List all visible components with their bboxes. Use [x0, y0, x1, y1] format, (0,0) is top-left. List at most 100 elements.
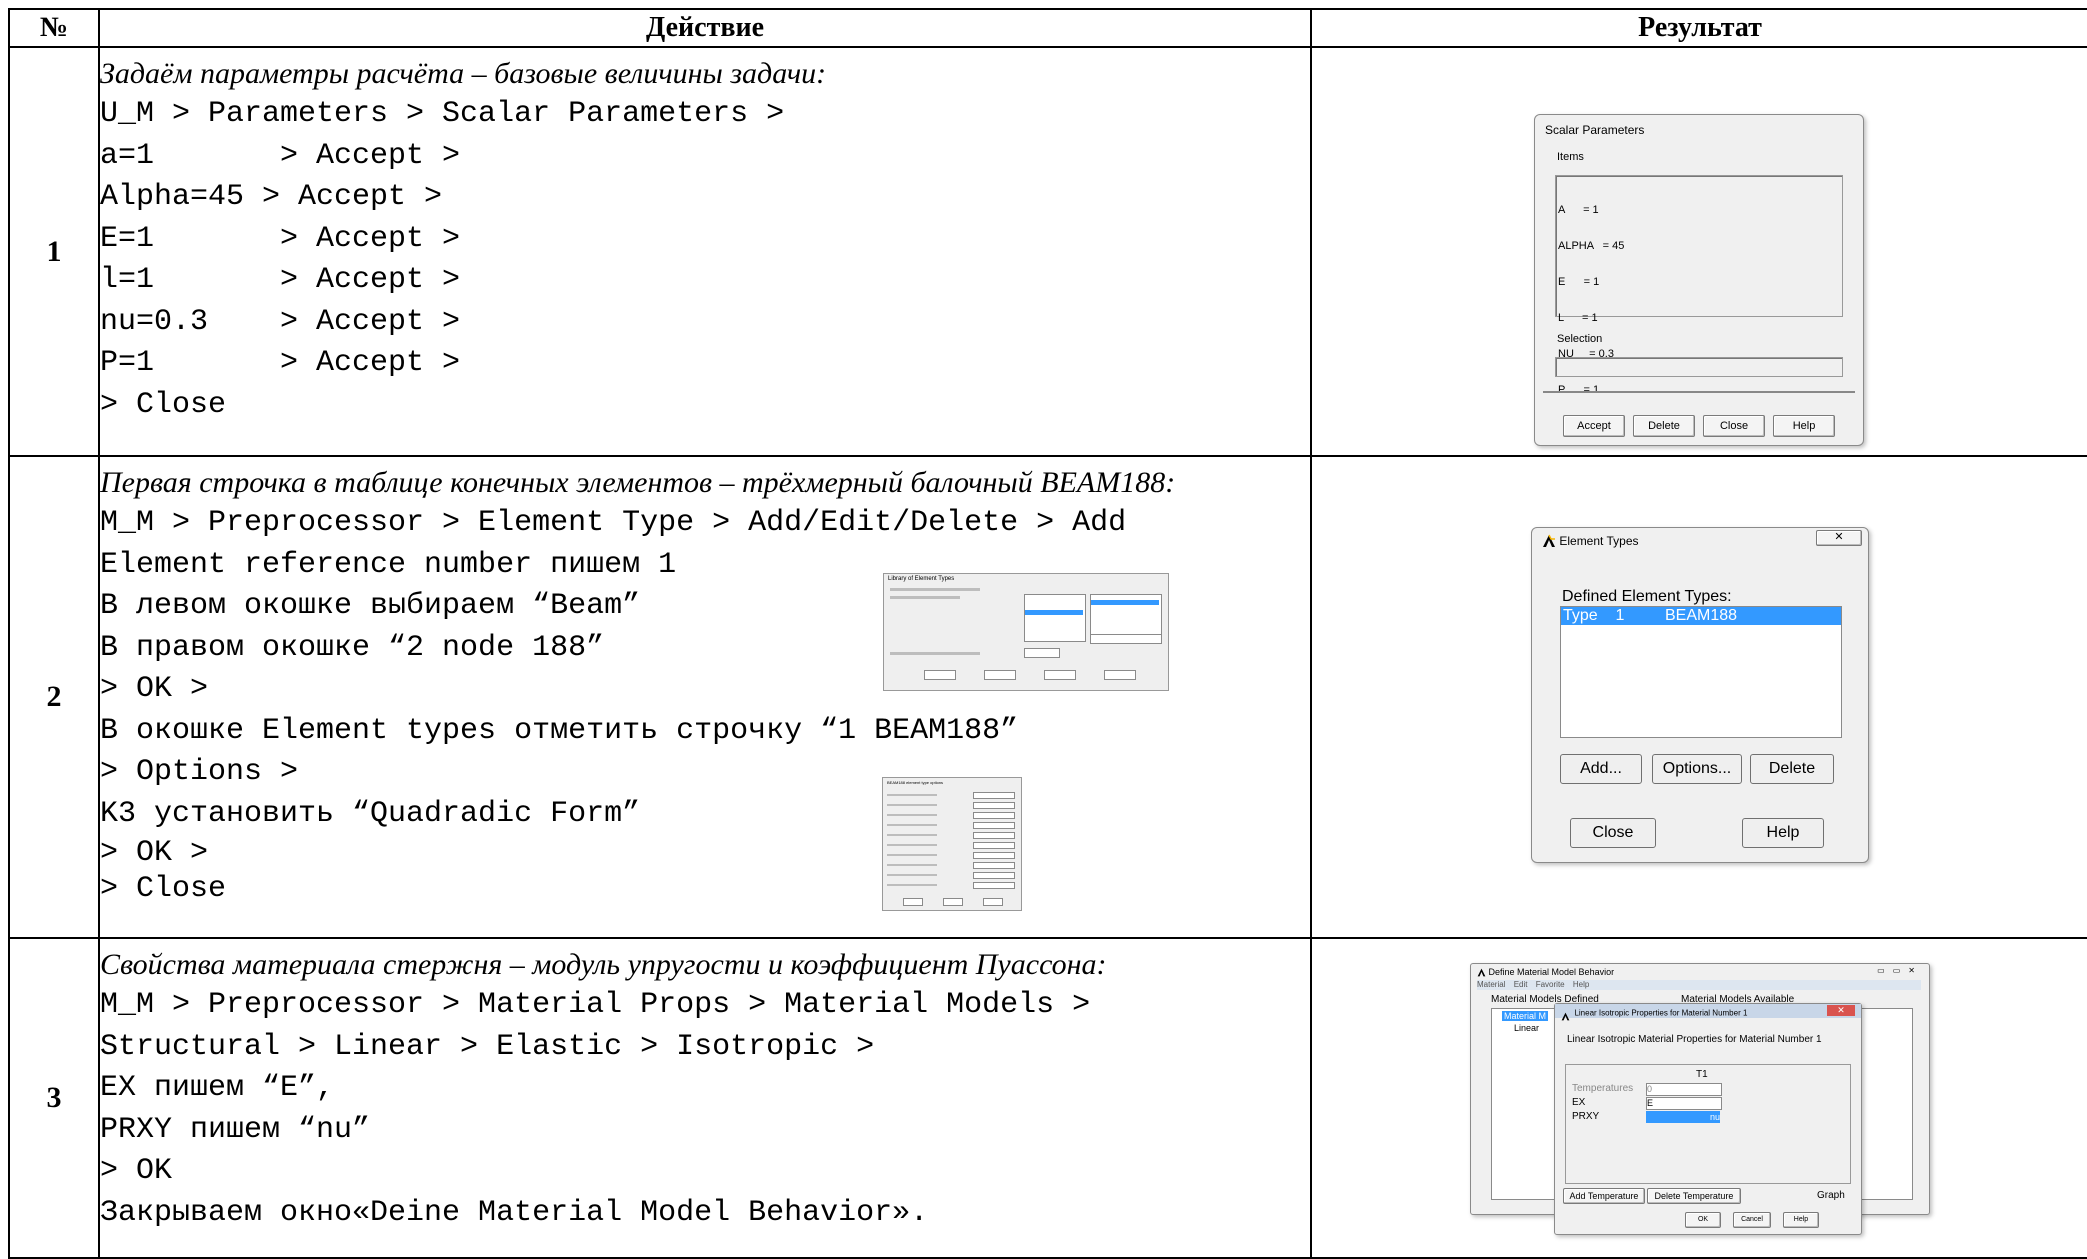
- options-button[interactable]: Options...: [1652, 754, 1742, 784]
- add-button[interactable]: Add...: [1560, 754, 1642, 784]
- close-button[interactable]: Close: [1703, 415, 1765, 437]
- delete-temperature-button[interactable]: Delete Temperature: [1647, 1188, 1741, 1204]
- temperatures-input[interactable]: 0: [1646, 1083, 1722, 1096]
- step-line: В окошке Element types отметить строчку …: [100, 713, 1019, 748]
- thumbnail-title: Library of Element Types: [888, 576, 955, 582]
- header-result: Результат: [1310, 8, 2087, 48]
- element-types-list[interactable]: Type 1 BEAM188: [1560, 606, 1842, 738]
- subdialog-title-text: Linear Isotropic Properties for Material…: [1574, 1008, 1748, 1018]
- ok-button[interactable]: OK: [1685, 1212, 1721, 1228]
- linear-isotropic-dialog: Linear Isotropic Properties for Material…: [1554, 1003, 1862, 1235]
- dialog-title-text: Define Material Model Behavior: [1488, 967, 1615, 977]
- tree-item[interactable]: Linear: [1514, 1023, 1539, 1033]
- step-line: M_M > Preprocessor > Element Type > Add/…: [100, 506, 1127, 540]
- selection-input[interactable]: [1555, 357, 1843, 377]
- items-label: Items: [1557, 151, 1584, 163]
- subdialog-heading: Linear Isotropic Material Properties for…: [1567, 1034, 1822, 1045]
- element-types-dialog: Element Types ✕ Defined Element Types: T…: [1531, 527, 1869, 863]
- col-t1: T1: [1696, 1069, 1708, 1080]
- scalar-parameters-dialog: Scalar Parameters Items A = 1 ALPHA = 45…: [1534, 114, 1864, 446]
- help-button[interactable]: Help: [1742, 818, 1824, 848]
- step-line: U_M > Parameters > Scalar Parameters >: [100, 97, 785, 131]
- step-line: P=1 > Accept >: [100, 346, 461, 380]
- items-text: A = 1 ALPHA = 45 E = 1 L = 1 NU = 0.3 P …: [1558, 180, 1624, 420]
- step-line: Structural > Linear > Elastic > Isotropi…: [100, 1029, 875, 1064]
- menu-item[interactable]: Edit: [1514, 980, 1528, 989]
- list-item[interactable]: L = 1: [1558, 312, 1624, 324]
- accept-button[interactable]: Accept: [1563, 415, 1625, 437]
- ansys-logo-icon: [1542, 534, 1556, 548]
- step-line: K3 установить “Quadradic Form”: [100, 796, 641, 831]
- step-line: > OK >: [100, 836, 209, 870]
- prxy-label: PRXY: [1572, 1111, 1600, 1122]
- divider: [1543, 391, 1855, 393]
- action-cell: Первая строчка в таблице конечных элемен…: [98, 455, 1312, 939]
- selection-label: Selection: [1557, 333, 1603, 345]
- library-element-types-thumbnail: Library of Element Types: [883, 573, 1169, 691]
- ansys-logo-icon: [1477, 968, 1486, 977]
- step-line: > OK: [100, 1154, 173, 1188]
- step-line: E=1 > Accept >: [100, 221, 461, 256]
- ansys-logo-icon: [1561, 1008, 1570, 1021]
- row-name: BEAM188: [1665, 607, 1738, 624]
- menu-bar: Material Edit Favorite Help: [1477, 980, 1921, 990]
- list-item[interactable]: P = 1: [1558, 384, 1624, 396]
- step-line: > Close: [100, 387, 227, 422]
- row-type: Type 1: [1563, 607, 1625, 624]
- step-line: > Close: [100, 872, 227, 906]
- step-heading: Задаём параметры расчёта – базовые велич…: [100, 57, 827, 90]
- row-number: 1: [8, 46, 100, 457]
- step-line: Закрываем окно«Deine Material Model Beha…: [100, 1195, 929, 1230]
- temperatures-label: Temperatures: [1572, 1083, 1634, 1094]
- dialog-title-text: Element Types: [1559, 533, 1639, 548]
- delete-button[interactable]: Delete: [1750, 754, 1834, 784]
- menu-item[interactable]: Material: [1477, 980, 1505, 989]
- step-line: a=1 > Accept >: [100, 138, 461, 173]
- dialog-title: Scalar Parameters: [1545, 123, 1645, 137]
- row-number: 3: [8, 937, 100, 1259]
- row-number: 2: [8, 455, 100, 939]
- header-action: Действие: [98, 8, 1312, 48]
- help-button[interactable]: Help: [1783, 1212, 1819, 1228]
- beam188-options-thumbnail: BEAM188 element type options: [882, 777, 1022, 911]
- instruction-table: № Действие Результат 1 Задаём параметры …: [8, 8, 2087, 1259]
- list-item[interactable]: A = 1: [1558, 204, 1624, 216]
- step-heading: Свойства материала стержня – модуль упру…: [100, 948, 1107, 981]
- step-line: PRXY пишем “nu”: [100, 1112, 371, 1147]
- step-line: nu=0.3 > Accept >: [100, 304, 461, 339]
- items-list[interactable]: A = 1 ALPHA = 45 E = 1 L = 1 NU = 0.3 P …: [1555, 175, 1843, 396]
- cancel-button[interactable]: Cancel: [1733, 1212, 1771, 1228]
- tree-item[interactable]: Material M: [1502, 1011, 1549, 1021]
- add-temperature-button[interactable]: Add Temperature: [1563, 1188, 1645, 1204]
- list-item[interactable]: Type 1 BEAM188: [1561, 607, 1841, 625]
- delete-button[interactable]: Delete: [1633, 415, 1695, 437]
- step-line: M_M > Preprocessor > Material Props > Ma…: [100, 988, 1091, 1022]
- prxy-input[interactable]: nu: [1646, 1111, 1720, 1123]
- step-line: EX пишем “E”,: [100, 1071, 335, 1105]
- result-cell: Element Types ✕ Defined Element Types: T…: [1310, 455, 2087, 939]
- help-button[interactable]: Help: [1773, 415, 1835, 437]
- dialog-title: Define Material Model Behavior: [1477, 967, 1614, 977]
- close-icon[interactable]: ✕: [1816, 530, 1862, 546]
- list-item[interactable]: E = 1: [1558, 276, 1624, 288]
- step-line: Alpha=45 > Accept >: [100, 180, 443, 214]
- subdialog-titlebar: Linear Isotropic Properties for Material…: [1555, 1004, 1861, 1021]
- properties-frame: T1 Temperatures 0 EX E PRXY nu: [1565, 1064, 1851, 1184]
- menu-item[interactable]: Help: [1573, 980, 1589, 989]
- close-icon[interactable]: ✕: [1827, 1005, 1855, 1016]
- result-cell: Scalar Parameters Items A = 1 ALPHA = 45…: [1310, 46, 2087, 457]
- defined-element-types-label: Defined Element Types:: [1562, 588, 1732, 605]
- step-heading: Первая строчка в таблице конечных элемен…: [100, 466, 1176, 499]
- step-line: l=1 > Accept >: [100, 263, 461, 297]
- action-cell: Задаём параметры расчёта – базовые велич…: [98, 46, 1312, 457]
- close-button[interactable]: Close: [1570, 818, 1656, 848]
- dialog-title: Element Types: [1542, 533, 1639, 548]
- list-item[interactable]: ALPHA = 45: [1558, 240, 1624, 252]
- table-row: 3 Свойства материала стержня – модуль уп…: [8, 937, 2087, 1259]
- graph-button[interactable]: Graph: [1817, 1190, 1845, 1201]
- header-num: №: [8, 8, 100, 48]
- ex-input[interactable]: E: [1646, 1097, 1722, 1110]
- table-row: 2 Первая строчка в таблице конечных элем…: [8, 455, 2087, 939]
- ex-label: EX: [1572, 1097, 1586, 1108]
- menu-item[interactable]: Favorite: [1536, 980, 1565, 989]
